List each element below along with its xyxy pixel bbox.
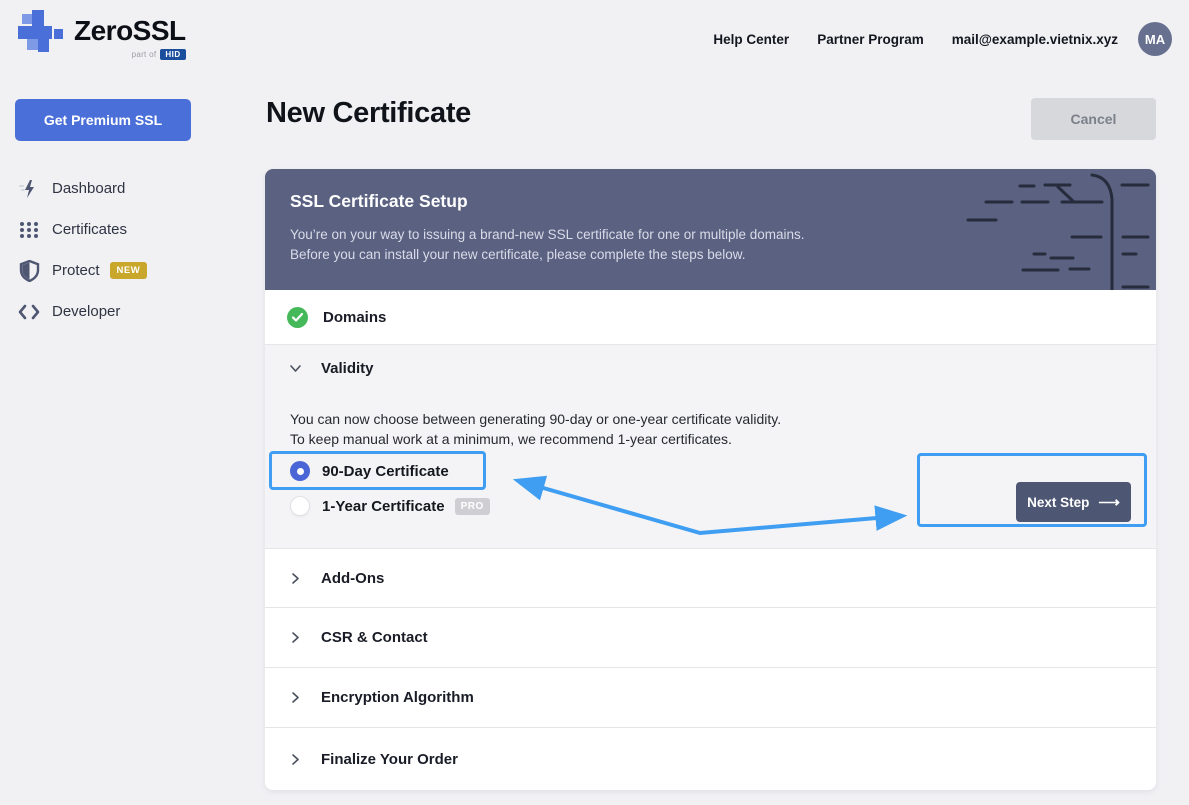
certificates-grid-icon (18, 219, 40, 241)
code-brackets-icon (18, 301, 40, 323)
top-bar: ZeroSSL part of HID Help Center Partner … (0, 0, 1189, 78)
check-icon (287, 306, 308, 328)
chevron-down-icon (290, 364, 301, 372)
sidebar-item-developer[interactable]: Developer (0, 291, 265, 332)
radio-unselected-icon[interactable] (290, 496, 310, 516)
partner-program-link[interactable]: Partner Program (817, 32, 924, 47)
sidebar-item-dashboard[interactable]: Dashboard (0, 168, 265, 209)
zerossl-logo-icon (18, 10, 63, 52)
chevron-right-icon (292, 632, 299, 643)
radio-90-day-certificate[interactable]: 90-Day Certificate (290, 461, 449, 481)
card-description: You’re on your way to issuing a brand-ne… (290, 227, 805, 262)
logo-brand-text: ZeroSSL (74, 15, 186, 46)
next-step-button[interactable]: Next Step ⟶ (1016, 482, 1131, 522)
page-title: New Certificate (266, 97, 472, 129)
step-csr-contact[interactable]: CSR & Contact (265, 608, 1156, 668)
new-badge: NEW (109, 262, 148, 279)
get-premium-ssl-button[interactable]: Get Premium SSL (15, 99, 191, 141)
card-title: SSL Certificate Setup (290, 191, 468, 211)
logo-tagline: part of (131, 50, 157, 59)
validity-description: You can now choose between generating 90… (290, 411, 782, 447)
chevron-right-icon (292, 572, 299, 584)
shield-icon (18, 259, 40, 282)
sidebar-item-protect[interactable]: Protect NEW (0, 250, 265, 291)
top-nav: Help Center Partner Program mail@example… (713, 0, 1172, 78)
chevron-right-icon (292, 753, 299, 765)
step-finalize-order[interactable]: Finalize Your Order (265, 728, 1156, 790)
zerossl-logo[interactable]: ZeroSSL part of HID (14, 10, 186, 62)
certificate-illustration (966, 173, 1150, 290)
arrow-right-icon: ⟶ (1098, 493, 1120, 511)
account-email[interactable]: mail@example.vietnix.xyz (952, 32, 1118, 47)
avatar[interactable]: MA (1138, 22, 1172, 56)
step-add-ons[interactable]: Add-Ons (265, 549, 1156, 608)
chevron-right-icon (292, 692, 299, 703)
card-header: SSL Certificate Setup You’re on your way… (265, 169, 1156, 290)
ssl-setup-card: SSL Certificate Setup You’re on your way… (265, 169, 1156, 790)
dashboard-bolt-icon (18, 178, 40, 200)
step-domains[interactable]: Domains (265, 290, 1156, 345)
step-encryption-algorithm[interactable]: Encryption Algorithm (265, 668, 1156, 728)
radio-selected-icon[interactable] (290, 461, 310, 481)
hid-badge: HID (160, 49, 186, 60)
cancel-button[interactable]: Cancel (1031, 98, 1156, 140)
step-validity-header[interactable]: Validity (265, 345, 1156, 391)
sidebar-item-certificates[interactable]: Certificates (0, 209, 265, 250)
pro-badge: PRO (454, 497, 490, 515)
radio-1-year-certificate[interactable]: 1-Year Certificate PRO (290, 496, 490, 516)
help-center-link[interactable]: Help Center (713, 32, 789, 47)
